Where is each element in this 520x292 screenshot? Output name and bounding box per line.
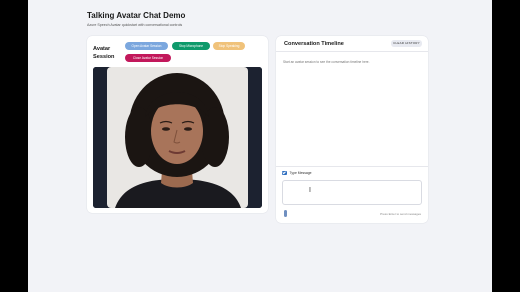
- microphone-icon[interactable]: [284, 210, 287, 217]
- type-message-toggle[interactable]: Type Message: [282, 170, 312, 176]
- close-avatar-session-button[interactable]: Close Avatar Session: [125, 54, 171, 62]
- stop-microphone-button[interactable]: Stop Microphone: [172, 42, 210, 50]
- message-input[interactable]: I: [282, 180, 422, 205]
- page-title: Talking Avatar Chat Demo: [87, 11, 186, 20]
- header-divider: [276, 51, 428, 52]
- open-avatar-session-button[interactable]: Open Avatar Session: [125, 42, 168, 50]
- avatar-video: [93, 67, 262, 208]
- text-cursor-icon: I: [309, 187, 311, 194]
- page-subtitle: Azure Speech Avatar quickstart with conv…: [87, 23, 183, 27]
- timeline-divider: [276, 166, 428, 167]
- type-message-label: Type Message: [289, 171, 312, 175]
- browser-viewport: Talking Avatar Chat Demo Azure Speech Av…: [28, 0, 492, 292]
- avatar-session-label: Avatar Session: [93, 46, 115, 60]
- type-message-checkbox[interactable]: [282, 170, 287, 176]
- send-hint: Press Enter to send messages: [380, 212, 421, 216]
- avatar-portrait-image: [93, 67, 262, 208]
- conversation-title: Conversation Timeline: [284, 41, 344, 47]
- stop-speaking-button[interactable]: Stop Speaking: [213, 42, 245, 50]
- clear-history-button[interactable]: CLEAR HISTORY: [391, 40, 422, 47]
- avatar-session-card: Avatar Session Open Avatar Session Stop …: [87, 36, 268, 213]
- conversation-card: Conversation Timeline CLEAR HISTORY Star…: [276, 36, 428, 223]
- timeline-empty-message: Start an avatar session to see the conve…: [283, 60, 370, 64]
